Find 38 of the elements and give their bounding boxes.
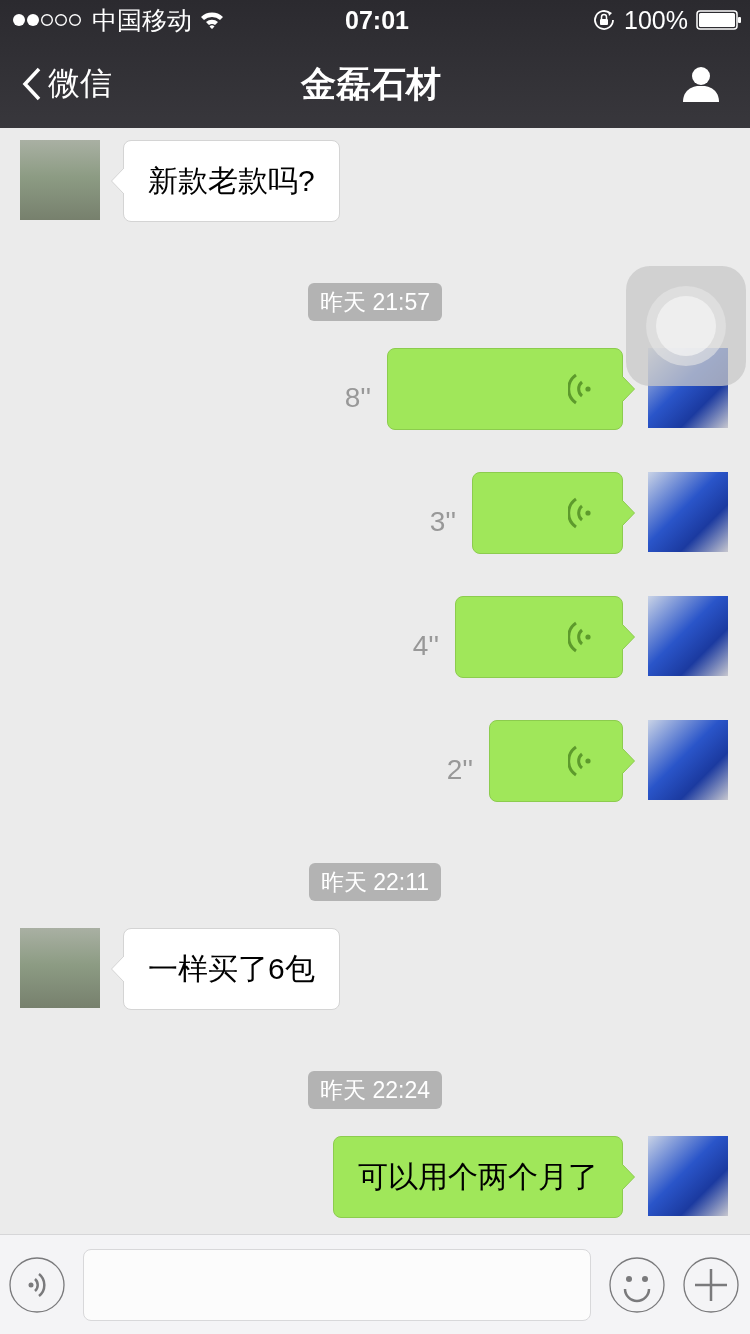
timestamp: 昨天 21:57 [308, 283, 442, 321]
voice-input-button[interactable] [9, 1256, 65, 1313]
bubble-tail [622, 500, 635, 526]
avatar-photo-placeholder[interactable] [648, 472, 728, 552]
plus-button[interactable] [683, 1256, 739, 1313]
voice-duration: 2'' [446, 754, 473, 786]
person-icon[interactable] [682, 66, 720, 102]
voice-wave-icon [568, 744, 592, 778]
avatar-photo-placeholder[interactable] [648, 720, 728, 800]
wifi-icon [200, 11, 224, 29]
timestamp: 昨天 22:24 [308, 1071, 442, 1109]
bubble-tail [622, 624, 635, 650]
avatar-photo-placeholder[interactable] [648, 1136, 728, 1216]
avatar-photo-placeholder[interactable] [648, 596, 728, 676]
message-input-field[interactable] [83, 1248, 591, 1321]
back-chevron-icon[interactable] [22, 67, 42, 101]
message-bubble: 新款老款吗? [123, 140, 340, 222]
chat-title: 金磊石材 [301, 62, 441, 105]
voice-wave-icon [568, 620, 592, 654]
bubble-tail [622, 748, 635, 774]
emoji-button[interactable] [609, 1256, 665, 1313]
battery-percent: 100% [624, 5, 688, 35]
battery-icon [696, 10, 742, 30]
voice-duration: 8'' [344, 382, 371, 414]
clock-time: 07:01 [345, 5, 409, 35]
back-button[interactable]: 微信 [22, 62, 152, 106]
voice-wave-icon [568, 372, 592, 406]
rotation-lock-icon [592, 8, 617, 32]
message-bubble: 一样买了6包 [123, 928, 340, 1010]
message-bubble: 可以用个两个月了 [333, 1136, 623, 1218]
bubble-tail [622, 376, 635, 402]
timestamp: 昨天 22:11 [308, 863, 442, 901]
bubble-tail [622, 1164, 635, 1190]
carrier-name: 中国移动 [92, 4, 192, 36]
voice-wave-icon [568, 496, 592, 530]
voice-duration: 3'' [429, 506, 456, 538]
voice-duration: 4'' [412, 630, 439, 662]
signal-icon [12, 12, 84, 28]
